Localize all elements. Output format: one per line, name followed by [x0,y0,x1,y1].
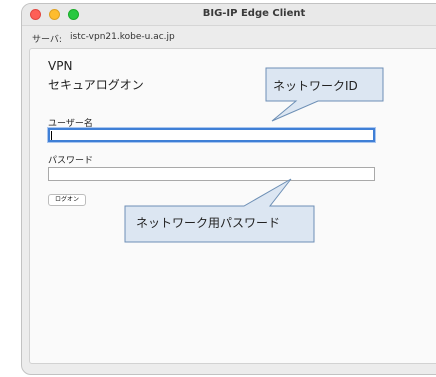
password-input[interactable] [48,167,375,181]
logon-button[interactable]: ログオン [48,194,87,206]
screen: BIG-IP Edge Client サーバ: istc-vpn21.kobe-… [0,0,436,377]
edge-client-window: BIG-IP Edge Client サーバ: istc-vpn21.kobe-… [21,3,436,375]
heading-secure-logon: セキュアログオン [48,78,144,92]
heading-vpn: VPN [48,59,73,73]
logon-panel: VPN セキュアログオン ユーザー名 パスワード ログオン [29,48,436,364]
server-label: サーバ: [32,35,62,45]
window-title: BIG-IP Edge Client [202,8,306,19]
server-bar: サーバ: istc-vpn21.kobe-u.ac.jp [22,26,436,48]
password-label: パスワード [48,156,94,166]
callout-text-network-id: ネットワークID [273,79,358,93]
title-bar[interactable]: BIG-IP Edge Client [22,4,436,26]
callout-text-network-password: ネットワーク用パスワード [136,216,281,230]
server-address: istc-vpn21.kobe-u.ac.jp [70,32,175,42]
username-input[interactable] [48,128,375,142]
text-caret [51,131,52,140]
